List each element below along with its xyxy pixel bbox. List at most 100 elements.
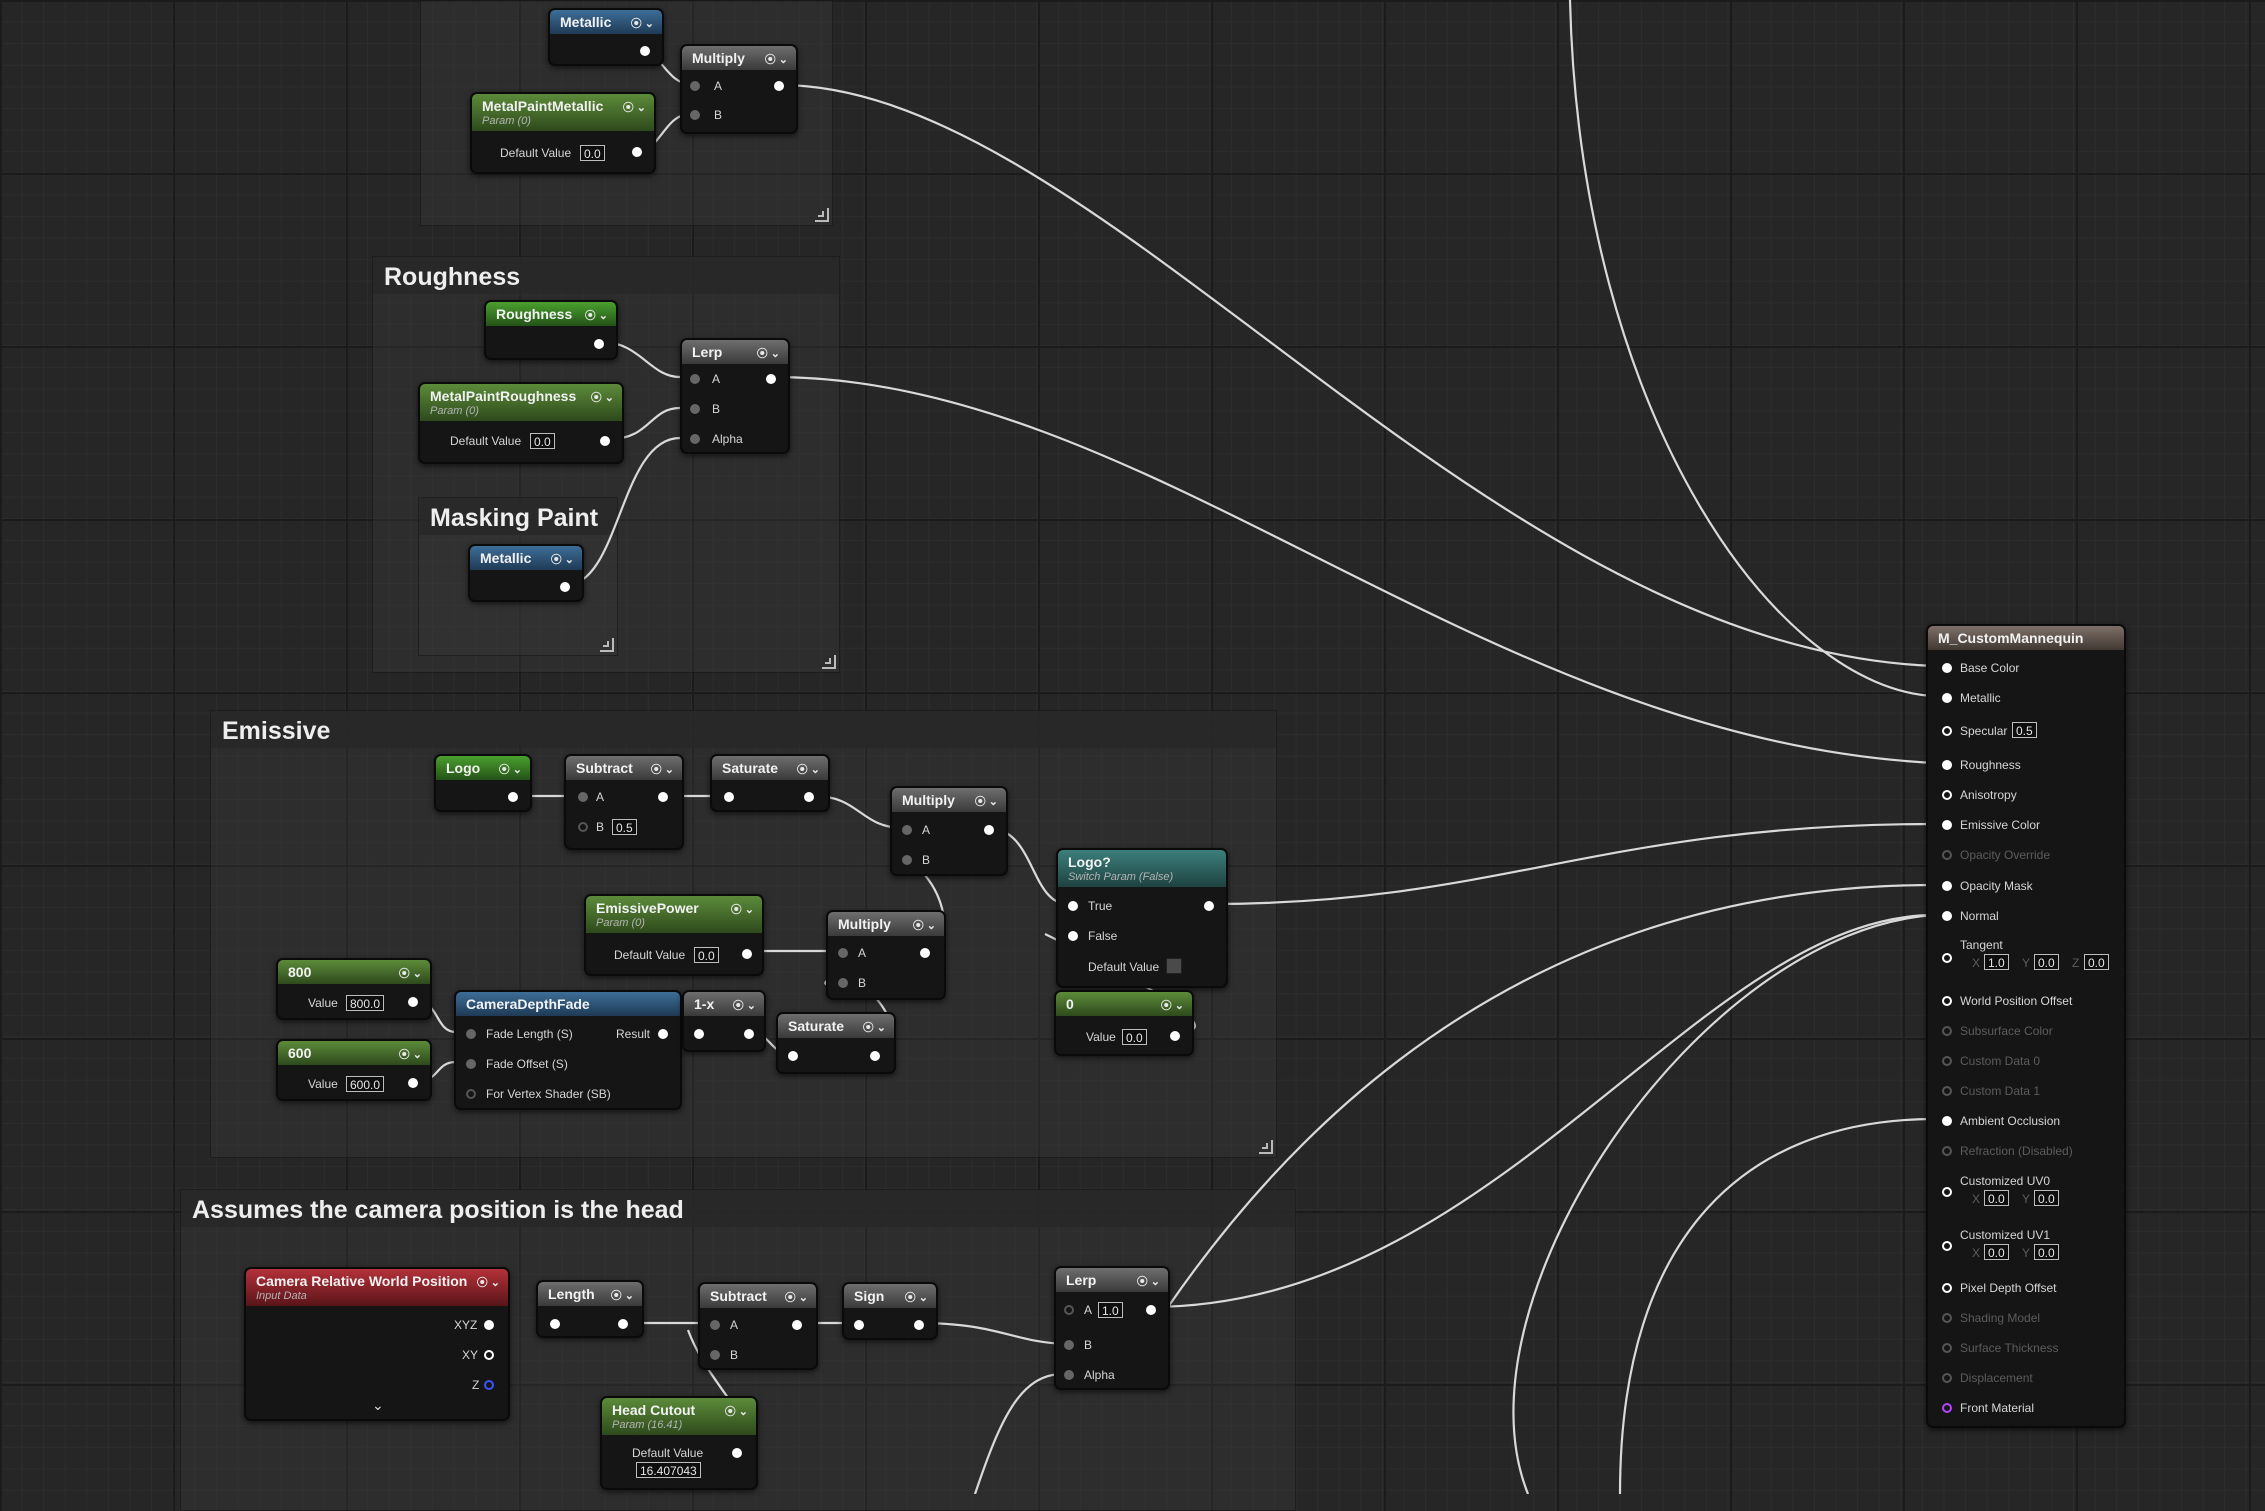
input-pin-false[interactable] <box>1068 931 1078 941</box>
output-pin[interactable] <box>774 81 784 91</box>
subtract-node-camera[interactable]: Subtract ⦿ ⌄ A B <box>698 1282 818 1370</box>
input-pin-fade-length[interactable] <box>466 1029 476 1039</box>
chevron-down-icon[interactable]: ⦿ ⌄ <box>1161 997 1184 1013</box>
chevron-down-icon[interactable]: ⦿ ⌄ <box>863 1019 886 1035</box>
output-pin[interactable] <box>560 582 570 592</box>
input-pin-a[interactable] <box>710 1320 720 1330</box>
chevron-down-icon[interactable]: ⦿ ⌄ <box>913 917 936 933</box>
input-pin-a[interactable] <box>838 948 848 958</box>
input-pin-b[interactable] <box>710 1350 720 1360</box>
emissive-power-node[interactable]: EmissivePower Param (0) ⦿ ⌄ Default Value … <box>584 894 764 976</box>
chevron-down-icon[interactable]: ⦿ ⌄ <box>765 51 788 67</box>
input-pin-specular[interactable] <box>1942 726 1952 736</box>
input-pin-tangent[interactable] <box>1942 953 1952 963</box>
input-pin-customized-uv1[interactable] <box>1942 1241 1952 1251</box>
input-pin-opacity-override[interactable] <box>1942 850 1952 860</box>
output-pin[interactable] <box>744 1029 754 1039</box>
chevron-down-icon[interactable]: ⦿ ⌄ <box>631 15 654 31</box>
chevron-down-icon[interactable]: ⦿ ⌄ <box>757 345 780 361</box>
input-pin-normal[interactable] <box>1942 911 1952 921</box>
head-cutout-node[interactable]: Head Cutout Param (16.41) ⦿ ⌄ Default Valu… <box>600 1396 758 1490</box>
input-pin-emissive-color[interactable] <box>1942 820 1952 830</box>
sign-node[interactable]: Sign ⦿ ⌄ <box>842 1282 938 1340</box>
input-pin-anisotropy[interactable] <box>1942 790 1952 800</box>
tangent-x-field[interactable]: 1.0 <box>1984 954 2009 970</box>
output-pin[interactable] <box>920 948 930 958</box>
input-pin-opacity-mask[interactable] <box>1942 881 1952 891</box>
input-pin-b[interactable] <box>578 822 588 832</box>
roughness-param-node[interactable]: Roughness ⦿ ⌄ <box>484 300 618 360</box>
metallic-mask-node[interactable]: Metallic ⦿ ⌄ <box>468 544 584 602</box>
chevron-down-icon[interactable]: ⦿ ⌄ <box>623 99 646 115</box>
input-pin-a[interactable] <box>578 792 588 802</box>
uv1-x-field[interactable]: 0.0 <box>1984 1244 2009 1260</box>
input-pin-surface-thickness[interactable] <box>1942 1343 1952 1353</box>
input-pin-a[interactable] <box>902 825 912 835</box>
metallic-param-node[interactable]: Metallic ⦿ ⌄ <box>548 8 664 66</box>
resize-handle[interactable] <box>815 208 829 222</box>
metal-paint-roughness-node[interactable]: MetalPaintRoughness Param (0) ⦿ ⌄ Default … <box>418 382 624 464</box>
chevron-down-icon[interactable]: ⦿ ⌄ <box>477 1274 500 1290</box>
chevron-down-icon[interactable]: ⦿ ⌄ <box>651 761 674 777</box>
saturate-node-1[interactable]: Saturate ⦿ ⌄ <box>710 754 830 812</box>
material-result-node[interactable]: M_CustomMannequin Base Color Metallic Sp… <box>1926 624 2126 1428</box>
multiply-node-emissive-2[interactable]: Multiply ⦿ ⌄ A B <box>826 910 946 1000</box>
output-pin[interactable] <box>1170 1031 1180 1041</box>
constant-600-node[interactable]: 600 ⦿ ⌄ Value 600.0 <box>276 1039 432 1101</box>
output-pin[interactable] <box>984 825 994 835</box>
length-node[interactable]: Length ⦿ ⌄ <box>536 1280 644 1338</box>
input-pin[interactable] <box>694 1029 704 1039</box>
one-minus-node[interactable]: 1-x ⦿ ⌄ <box>682 990 766 1052</box>
logo-switch-node[interactable]: Logo? Switch Param (False) True False Def… <box>1056 848 1228 988</box>
input-pin-alpha[interactable] <box>1064 1370 1074 1380</box>
chevron-down-icon[interactable]: ⦿ ⌄ <box>785 1289 808 1305</box>
input-pin-displacement[interactable] <box>1942 1373 1952 1383</box>
input-pin-b[interactable] <box>838 978 848 988</box>
input-pin-b[interactable] <box>902 855 912 865</box>
output-pin[interactable] <box>508 792 518 802</box>
specular-value-field[interactable]: 0.5 <box>2012 722 2037 738</box>
input-pin[interactable] <box>854 1320 864 1330</box>
default-value-field[interactable]: 0.0 <box>580 145 605 161</box>
input-pin-shading-model[interactable] <box>1942 1313 1952 1323</box>
output-pin[interactable] <box>732 1448 742 1458</box>
output-pin[interactable] <box>618 1319 628 1329</box>
lerp-node-roughness[interactable]: Lerp ⦿ ⌄ A B Alpha <box>680 338 790 454</box>
tangent-z-field[interactable]: 0.0 <box>2084 954 2109 970</box>
uv0-y-field[interactable]: 0.0 <box>2034 1190 2059 1206</box>
default-value-field[interactable]: 0.0 <box>530 433 555 449</box>
input-pin[interactable] <box>724 792 734 802</box>
chevron-down-icon[interactable]: ⦿ ⌄ <box>585 307 608 323</box>
input-pin-subsurface-color[interactable] <box>1942 1026 1952 1036</box>
resize-handle[interactable] <box>1259 1140 1273 1154</box>
metal-paint-metallic-node[interactable]: MetalPaintMetallic Param (0) ⦿ ⌄ Default V… <box>470 92 656 174</box>
input-pin-custom-data-0[interactable] <box>1942 1056 1952 1066</box>
chevron-down-icon[interactable]: ⦿ ⌄ <box>611 1287 634 1303</box>
chevron-down-icon[interactable]: ⦿ ⌄ <box>551 551 574 567</box>
output-pin[interactable] <box>632 147 642 157</box>
input-pin-metallic[interactable] <box>1942 693 1952 703</box>
logo-param-node[interactable]: Logo ⦿ ⌄ <box>434 754 532 812</box>
input-pin-pixel-depth-offset[interactable] <box>1942 1283 1952 1293</box>
default-value-checkbox[interactable] <box>1166 958 1182 974</box>
output-pin[interactable] <box>600 436 610 446</box>
input-pin-customized-uv0[interactable] <box>1942 1187 1952 1197</box>
input-pin-a[interactable] <box>690 81 700 91</box>
default-value-field[interactable]: 16.407043 <box>636 1462 701 1478</box>
input-pin[interactable] <box>550 1319 560 1329</box>
input-pin-true[interactable] <box>1068 901 1078 911</box>
input-pin-ambient-occlusion[interactable] <box>1942 1116 1952 1126</box>
resize-handle[interactable] <box>822 655 836 669</box>
value-field[interactable]: 800.0 <box>346 995 385 1011</box>
uv0-x-field[interactable]: 0.0 <box>1984 1190 2009 1206</box>
output-pin[interactable] <box>1204 901 1214 911</box>
chevron-down-icon[interactable]: ⦿ ⌄ <box>499 761 522 777</box>
camera-depth-fade-node[interactable]: CameraDepthFade Fade Length (S) Fade Off… <box>454 990 682 1110</box>
output-pin[interactable] <box>804 792 814 802</box>
input-pin-a[interactable] <box>690 374 700 384</box>
multiply-node-top[interactable]: Multiply ⦿ ⌄ A B <box>680 44 798 134</box>
chevron-down-icon[interactable]: ⦿ ⌄ <box>725 1403 748 1419</box>
value-field[interactable]: 0.0 <box>1122 1029 1147 1045</box>
output-pin-xyz[interactable] <box>484 1320 494 1330</box>
resize-handle[interactable] <box>600 638 614 652</box>
